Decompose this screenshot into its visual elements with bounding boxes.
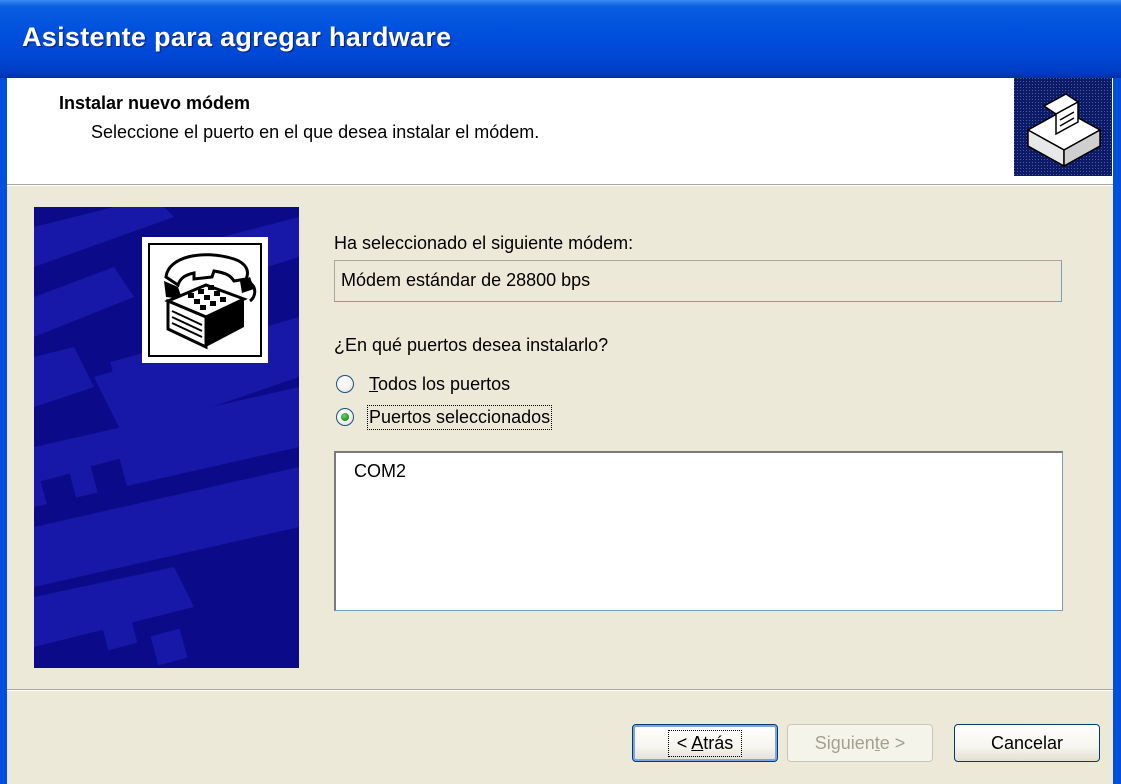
title-bar[interactable]: Asistente para agregar hardware: [0, 0, 1121, 78]
ports-question-label: ¿En qué puertos desea instalarlo?: [334, 335, 609, 355]
header-separator: [7, 184, 1113, 186]
ports-listbox[interactable]: COM2: [334, 451, 1063, 611]
back-button[interactable]: < Atrás: [632, 724, 778, 762]
all-ports-radio-label[interactable]: Todos los puertos: [369, 374, 510, 395]
window-frame-right: [1113, 78, 1121, 784]
window-title: Asistente para agregar hardware: [22, 22, 452, 52]
cancel-button[interactable]: Cancelar: [954, 724, 1100, 762]
selected-ports-radio[interactable]: [336, 408, 354, 426]
wizard-header: Instalar nuevo módem Seleccione el puert…: [7, 78, 1113, 184]
all-ports-radio[interactable]: [336, 375, 354, 393]
selected-ports-option[interactable]: Puertos seleccionados: [336, 404, 553, 430]
wizard-banner: [34, 207, 299, 668]
page-subtitle: Seleccione el puerto en el que desea ins…: [91, 122, 540, 142]
next-button[interactable]: Siguiente >: [787, 724, 933, 762]
selected-modem-label: Ha seleccionado el siguiente módem:: [334, 233, 634, 253]
wizard-window: Asistente para agregar hardware Instalar…: [0, 0, 1121, 784]
selected-modem-field: Módem estándar de 28800 bps: [334, 260, 1062, 302]
window-frame-left: [0, 78, 7, 784]
all-ports-option[interactable]: Todos los puertos: [336, 371, 510, 397]
page-title: Instalar nuevo módem: [59, 93, 251, 113]
telephone-icon: [142, 237, 268, 363]
hardware-icon: [1014, 78, 1112, 176]
footer-separator: [7, 689, 1113, 691]
selected-ports-radio-label[interactable]: Puertos seleccionados: [366, 404, 553, 430]
list-item[interactable]: COM2: [354, 461, 406, 482]
